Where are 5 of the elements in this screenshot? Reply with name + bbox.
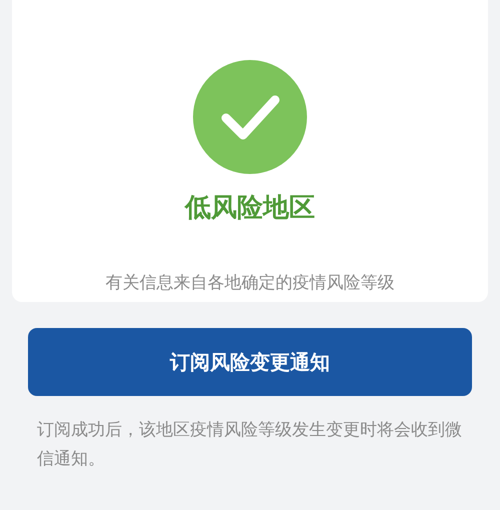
- risk-level-title: 低风险地区: [185, 192, 315, 225]
- info-source-text: 有关信息来自各地确定的疫情风险等级: [106, 272, 394, 294]
- check-icon: [193, 60, 307, 174]
- subscription-note: 订阅成功后，该地区疫情风险等级发生变更时将会收到微信通知。: [37, 419, 463, 471]
- subscribe-button[interactable]: 订阅风险变更通知: [28, 328, 472, 396]
